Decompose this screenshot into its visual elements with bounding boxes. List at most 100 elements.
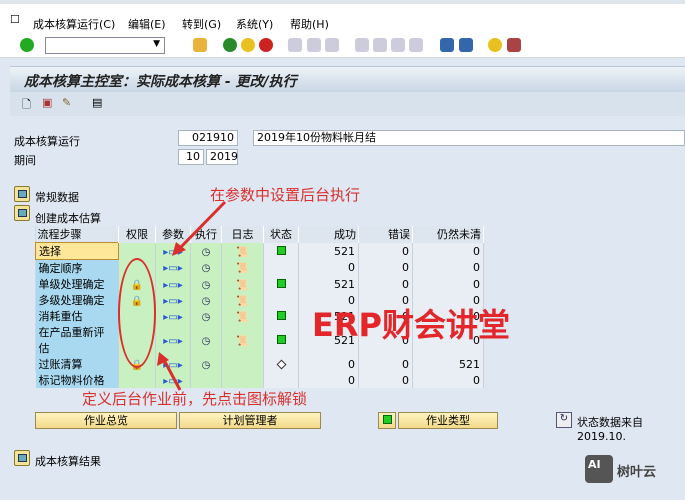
clock-execute-icon[interactable]: ◷ <box>202 280 211 291</box>
parameters-cell[interactable]: ▸▭▸ <box>155 308 191 324</box>
results-section[interactable]: 成本核算结果 <box>35 453 101 469</box>
parameters-icon[interactable]: ▸▭▸ <box>163 263 183 274</box>
new-session-icon[interactable] <box>440 38 454 52</box>
log-scroll-icon[interactable]: 📜 <box>236 296 248 307</box>
job-status-button[interactable] <box>378 412 396 429</box>
find-icon[interactable] <box>307 38 321 52</box>
costing-run-description[interactable]: 2019年10份物料帐月结 <box>253 130 685 146</box>
log-cell[interactable]: 📜 <box>221 324 264 356</box>
details-icon[interactable]: ▤ <box>92 96 102 109</box>
parameters-icon[interactable]: ▸▭▸ <box>163 280 183 291</box>
log-scroll-icon[interactable]: 📜 <box>236 247 248 258</box>
enter-icon[interactable] <box>20 38 34 52</box>
column-header[interactable]: 仍然未清 <box>412 226 484 243</box>
last-page-icon[interactable] <box>409 38 423 52</box>
parameters-cell[interactable]: ▸▭▸ <box>155 276 191 292</box>
step-name[interactable]: 单级处理确定 <box>35 276 119 292</box>
execute-cell[interactable]: ◷ <box>190 292 222 308</box>
layout-icon[interactable] <box>507 38 521 52</box>
status-green-icon <box>276 310 286 320</box>
year-field[interactable]: 2019 <box>206 149 238 165</box>
authorization-cell[interactable] <box>118 242 156 260</box>
clock-execute-icon[interactable]: ◷ <box>202 360 211 371</box>
menu-goto[interactable]: 转到(G) <box>182 16 221 32</box>
log-cell[interactable] <box>221 356 264 372</box>
execute-cell[interactable]: ◷ <box>190 276 222 292</box>
step-name[interactable]: 选择 <box>35 242 119 260</box>
log-cell[interactable]: 📜 <box>221 308 264 324</box>
execute-cell[interactable]: ◷ <box>190 324 222 356</box>
create-estimate-section[interactable]: 创建成本估算 <box>35 210 101 226</box>
system-menu-icon[interactable]: ☐ <box>10 13 20 26</box>
execute-cell[interactable]: ◷ <box>190 259 222 276</box>
menu-costing-run[interactable]: 成本核算运行(C) <box>33 16 115 32</box>
scheduler-button[interactable]: 计划管理者 <box>179 412 321 429</box>
copy-icon[interactable]: ▣ <box>42 96 52 109</box>
menu-edit[interactable]: 编辑(E) <box>128 16 166 32</box>
edit-icon[interactable]: ✎ <box>62 96 71 109</box>
job-type-button[interactable]: 作业类型 <box>398 412 498 429</box>
annotation-arrow-top <box>172 200 227 256</box>
status-cell <box>263 242 299 260</box>
parameters-icon[interactable]: ▸▭▸ <box>163 312 183 323</box>
clock-execute-icon[interactable]: ◷ <box>202 336 211 347</box>
costing-run-field[interactable]: 021910 <box>178 130 238 146</box>
parameters-cell[interactable]: ▸▭▸ <box>155 292 191 308</box>
step-name[interactable]: 在产品重新评估 <box>35 324 119 356</box>
next-page-icon[interactable] <box>391 38 405 52</box>
step-name[interactable]: 过账清算 <box>35 356 119 372</box>
parameters-cell[interactable]: ▸▭▸ <box>155 259 191 276</box>
annotation-ellipse <box>118 258 156 368</box>
find-next-icon[interactable] <box>325 38 339 52</box>
column-header[interactable]: 流程步骤 <box>35 226 119 243</box>
step-name[interactable]: 标记物料价格 <box>35 372 119 388</box>
new-icon[interactable]: 🗋 <box>22 96 31 115</box>
logo-text: 树叶云 <box>617 465 657 480</box>
command-field[interactable]: ▼ <box>45 37 165 54</box>
log-cell[interactable]: 📜 <box>221 259 264 276</box>
clock-execute-icon[interactable]: ◷ <box>202 263 211 274</box>
column-header[interactable]: 状态 <box>263 226 299 243</box>
log-cell[interactable]: 📜 <box>221 276 264 292</box>
column-header[interactable]: 错误 <box>358 226 413 243</box>
step-name[interactable]: 多级处理确定 <box>35 292 119 308</box>
parameters-icon[interactable]: ▸▭▸ <box>163 336 183 347</box>
execute-cell[interactable]: ◷ <box>190 308 222 324</box>
log-cell[interactable]: 📜 <box>221 292 264 308</box>
status-cell <box>263 259 299 276</box>
back-icon[interactable] <box>223 38 237 52</box>
log-scroll-icon[interactable]: 📜 <box>236 312 248 323</box>
shortcut-icon[interactable] <box>459 38 473 52</box>
execute-cell[interactable] <box>190 372 222 388</box>
log-scroll-icon[interactable]: 📜 <box>236 280 248 291</box>
step-name[interactable]: 消耗重估 <box>35 308 119 324</box>
parameters-icon[interactable]: ▸▭▸ <box>163 296 183 307</box>
cancel-icon[interactable] <box>259 38 273 52</box>
clock-execute-icon[interactable]: ◷ <box>202 312 211 323</box>
menu-help[interactable]: 帮助(H) <box>290 16 329 32</box>
job-overview-button[interactable]: 作业总览 <box>35 412 177 429</box>
menu-system[interactable]: 系统(Y) <box>236 16 273 32</box>
exit-icon[interactable] <box>241 38 255 52</box>
column-header[interactable]: 成功 <box>298 226 359 243</box>
help-icon[interactable] <box>488 38 502 52</box>
log-cell[interactable] <box>221 372 264 388</box>
execute-cell[interactable]: ◷ <box>190 356 222 372</box>
log-scroll-icon[interactable]: 📜 <box>236 336 248 347</box>
step-name[interactable]: 确定顺序 <box>35 259 119 276</box>
general-data-section[interactable]: 常规数据 <box>35 189 79 205</box>
first-page-icon[interactable] <box>355 38 369 52</box>
print-icon[interactable] <box>288 38 302 52</box>
create-estimate-toggle-icon[interactable] <box>14 205 30 221</box>
column-header[interactable]: 权限 <box>118 226 156 243</box>
log-scroll-icon[interactable]: 📜 <box>236 263 248 274</box>
general-data-toggle-icon[interactable] <box>14 186 30 202</box>
period-field[interactable]: 10 <box>178 149 204 165</box>
chevron-down-icon[interactable]: ▼ <box>153 39 160 49</box>
clock-execute-icon[interactable]: ◷ <box>202 296 211 307</box>
refresh-icon[interactable]: ↻ <box>556 412 572 428</box>
authorization-cell[interactable] <box>118 372 156 388</box>
prev-page-icon[interactable] <box>373 38 387 52</box>
results-toggle-icon[interactable] <box>14 450 30 466</box>
save-icon[interactable] <box>193 38 207 52</box>
